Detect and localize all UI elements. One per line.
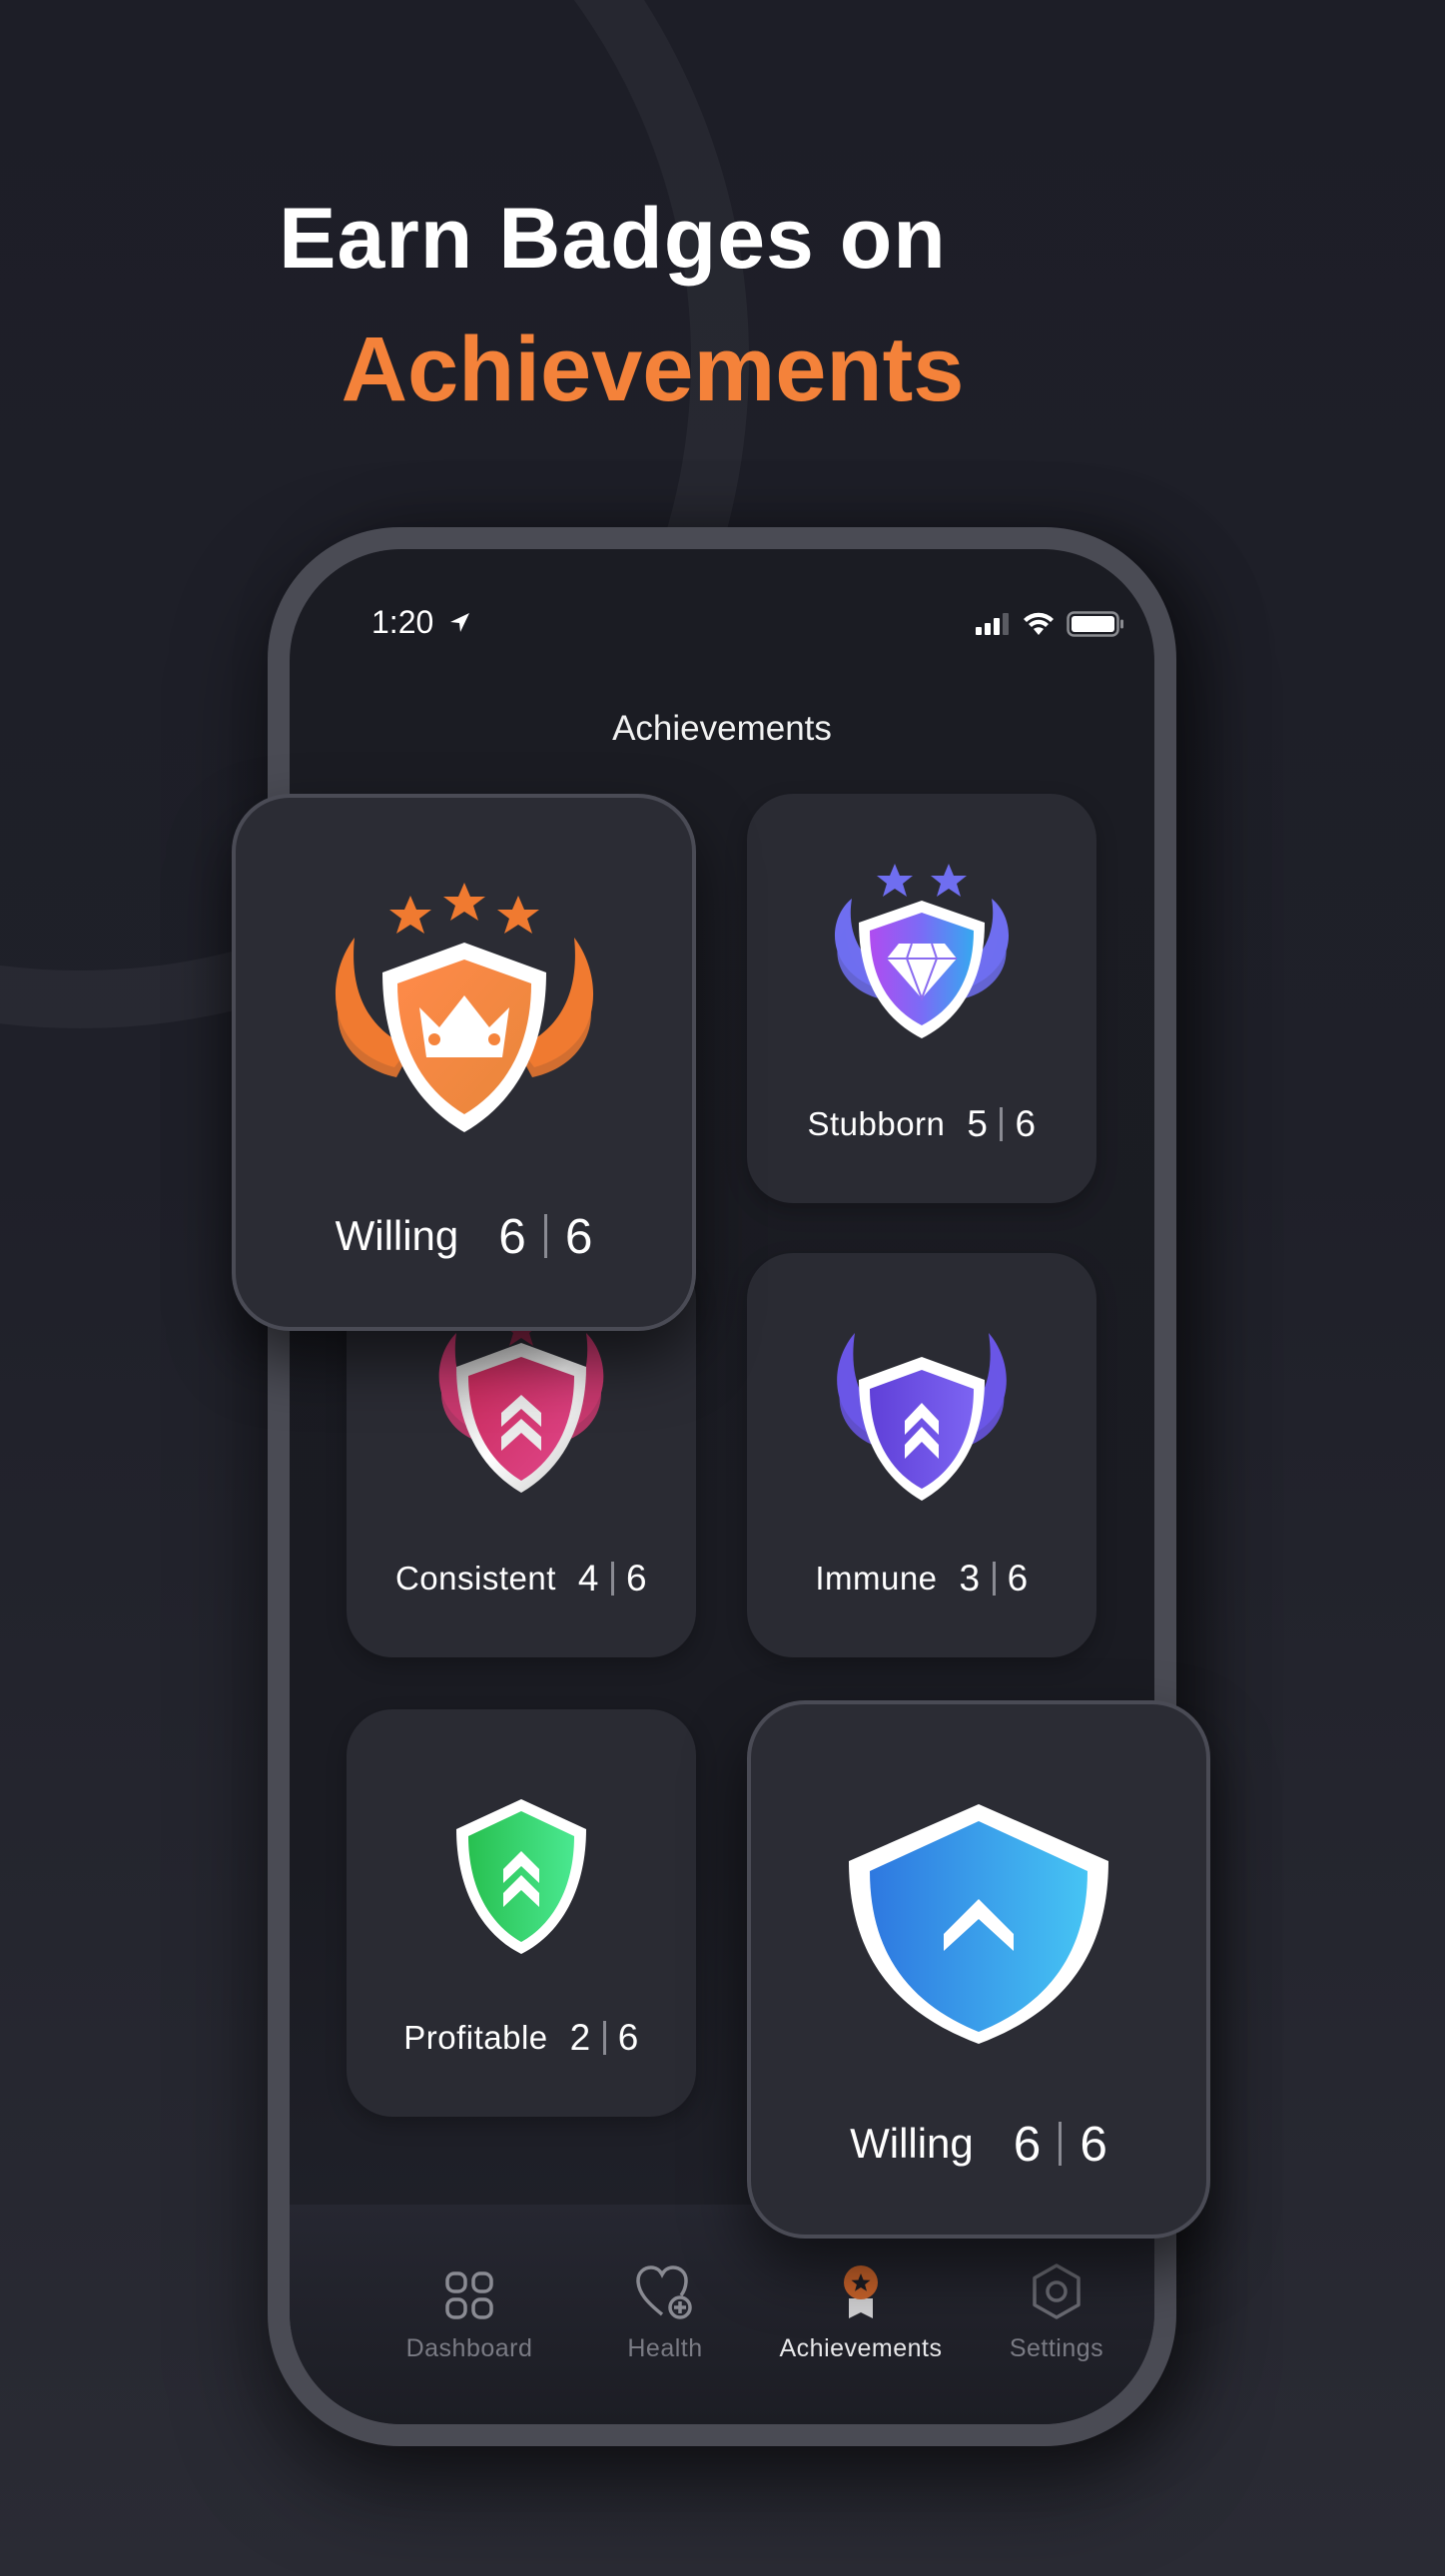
- screen-title: Achievements: [612, 709, 832, 748]
- badge-caption: Immune 3 6: [747, 1558, 1096, 1600]
- medal-icon: [844, 2265, 878, 2318]
- badge-total-count: 6: [617, 2017, 639, 2058]
- badge-name: Consistent: [394, 1560, 556, 1597]
- count-divider: [1059, 2121, 1063, 2167]
- badge-total-count: 6: [1007, 1558, 1029, 1599]
- time-text: 1:20: [371, 604, 434, 640]
- location-arrow-icon: [450, 612, 470, 632]
- badge-card-willing-featured[interactable]: Willing 6 6: [232, 794, 696, 1331]
- badge-total-count: 6: [564, 1208, 593, 1264]
- cellular-signal-icon: [976, 613, 1009, 635]
- count-divider: [610, 1561, 614, 1597]
- badge-name: Willing: [850, 2120, 974, 2167]
- tab-dashboard[interactable]: Dashboard: [369, 2256, 569, 2363]
- badge-card-willing-blue-featured[interactable]: Willing 6 6: [747, 1700, 1210, 2239]
- badge-earned-count: 2: [569, 2017, 591, 2058]
- battery-icon: [1067, 611, 1123, 637]
- tab-dashboard-label: Dashboard: [405, 2334, 533, 2362]
- badge-earned-count: 3: [959, 1558, 981, 1599]
- badge-total-count: 6: [625, 1558, 648, 1599]
- badge-caption: Willing 6 6: [236, 1207, 692, 1265]
- tab-settings[interactable]: Settings: [957, 2256, 1154, 2363]
- badge-earned-count: 4: [577, 1558, 599, 1599]
- badge-total-count: 6: [1015, 1103, 1037, 1144]
- badge-caption: Consistent 4 6: [347, 1558, 696, 1600]
- count-divider: [1000, 1106, 1004, 1142]
- crown-shield-icon: [236, 878, 692, 1147]
- badge-total-count: 6: [1080, 2116, 1107, 2172]
- badge-earned-count: 6: [1013, 2116, 1042, 2172]
- badge-earned-count: 6: [498, 1208, 526, 1264]
- tab-achievements[interactable]: Achievements: [761, 2256, 961, 2363]
- double-chevron-shield-icon: [747, 1323, 1096, 1523]
- wifi-icon: [1024, 612, 1054, 635]
- badge-name: Profitable: [403, 2019, 548, 2056]
- badge-caption: Profitable 2 6: [347, 2017, 696, 2059]
- badge-card-immune[interactable]: Immune 3 6: [747, 1253, 1096, 1657]
- dashboard-grid-icon: [445, 2271, 493, 2319]
- status-bar-indicators: [975, 611, 1124, 637]
- double-chevron-shield-icon: [347, 1794, 696, 1964]
- tab-settings-label: Settings: [1009, 2334, 1104, 2362]
- diamond-shield-icon: [747, 859, 1096, 1058]
- badge-name: Stubborn: [807, 1105, 946, 1142]
- count-divider: [992, 1561, 996, 1597]
- count-divider: [543, 1213, 547, 1259]
- tab-health[interactable]: Health: [565, 2256, 765, 2363]
- badge-earned-count: 5: [967, 1103, 989, 1144]
- badge-name: Immune: [815, 1560, 938, 1597]
- count-divider: [602, 2020, 606, 2056]
- hexagon-gear-icon: [1033, 2263, 1081, 2319]
- chevron-shield-icon: [751, 1799, 1206, 2049]
- headline-line-2: Achievements: [341, 319, 965, 420]
- tab-health-label: Health: [627, 2334, 703, 2362]
- status-bar-time: 1:20: [371, 604, 471, 641]
- badge-caption: Stubborn 5 6: [747, 1103, 1096, 1145]
- headline-line-1: Earn Badges on: [279, 191, 947, 287]
- badge-card-stubborn[interactable]: Stubborn 5 6: [747, 794, 1096, 1203]
- badge-name: Willing: [335, 1212, 459, 1259]
- tab-achievements-label: Achievements: [779, 2334, 943, 2362]
- double-chevron-shield-icon: [347, 1313, 696, 1513]
- heart-plus-icon: [636, 2265, 692, 2319]
- badge-card-profitable[interactable]: Profitable 2 6: [347, 1709, 696, 2117]
- badge-caption: Willing 6 6: [751, 2115, 1206, 2173]
